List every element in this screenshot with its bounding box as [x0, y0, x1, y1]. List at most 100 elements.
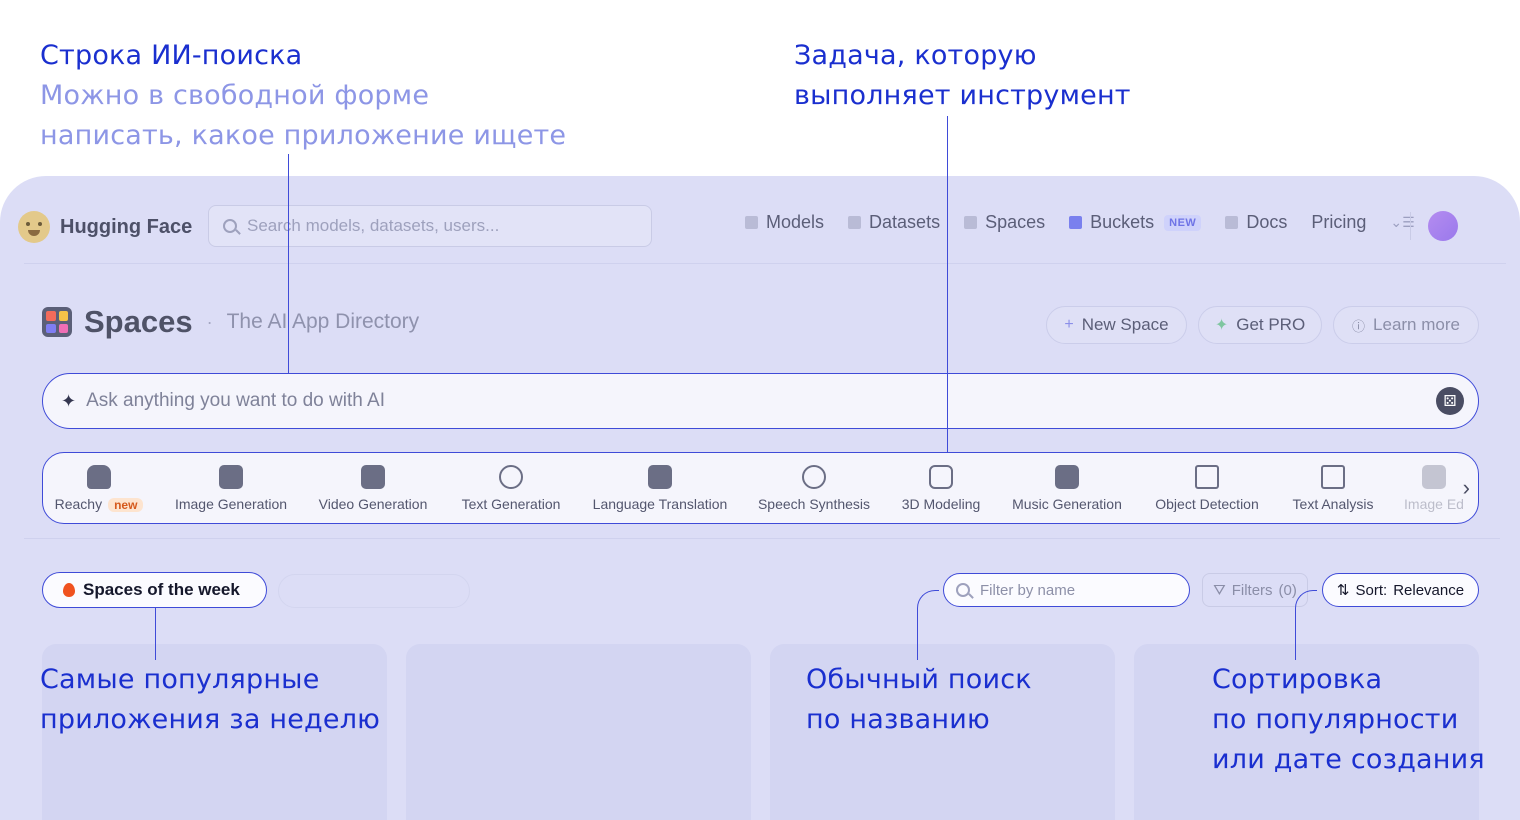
- category-text-generation[interactable]: Text Generation: [453, 453, 569, 523]
- nav-pricing[interactable]: Pricing: [1311, 212, 1366, 233]
- annotation-sort-line: по популярности: [1212, 704, 1459, 735]
- brand-logo[interactable]: Hugging Face: [18, 211, 192, 243]
- nav-datasets-label: Datasets: [869, 212, 941, 232]
- category-image-generation[interactable]: Image Generation: [167, 453, 295, 523]
- annotation-week: Самые популярные приложения за неделю: [40, 660, 380, 740]
- annotation-sort-line: Сортировка: [1212, 664, 1383, 695]
- category-speech-synthesis[interactable]: Speech Synthesis: [751, 453, 877, 523]
- annotation-week-line: приложения за неделю: [40, 704, 381, 735]
- category-video-generation[interactable]: Video Generation: [311, 453, 435, 523]
- category-object-detection[interactable]: Object Detection: [1147, 453, 1267, 523]
- category-reachy[interactable]: Reachy new: [53, 453, 145, 523]
- learn-more-button[interactable]: ⓘ Learn more: [1333, 306, 1479, 344]
- category-label: Text Analysis: [1292, 496, 1374, 512]
- sparkles-icon: ✦: [61, 390, 77, 411]
- annotation-ai-search-desc: написать, какое приложение ищете: [40, 120, 567, 151]
- search-icon: [223, 219, 237, 233]
- nav-datasets[interactable]: Datasets: [848, 212, 940, 233]
- chevron-right-icon[interactable]: ›: [1463, 475, 1470, 501]
- search-icon: [956, 583, 970, 597]
- robot-icon: [87, 465, 111, 489]
- spaces-grid-icon: [42, 307, 72, 337]
- global-search-placeholder: Search models, datasets, users...: [247, 216, 500, 235]
- new-badge: new: [108, 498, 144, 512]
- annotation-sort-line: или дате создания: [1212, 744, 1485, 775]
- category-label: Image Ed: [1404, 496, 1464, 512]
- category-bar: Reachy new Image Generation Video Generat…: [42, 452, 1479, 524]
- filter-by-name-input[interactable]: Filter by name: [943, 573, 1190, 607]
- category-label: Video Generation: [318, 496, 428, 512]
- filter-funnel-icon: ⛛: [1213, 581, 1226, 599]
- category-3d-modeling[interactable]: 3D Modeling: [893, 453, 989, 523]
- nav-docs[interactable]: Docs: [1225, 212, 1287, 233]
- page-title: Spaces: [84, 304, 193, 339]
- annotation-search-line: по названию: [806, 704, 990, 735]
- category-label: Language Translation: [592, 496, 728, 512]
- category-label: Reachy: [54, 496, 103, 512]
- page-subtitle: The AI App Directory: [226, 310, 420, 333]
- leader-line-task: [947, 116, 948, 452]
- speech-icon: [802, 465, 826, 489]
- annotation-task-line: Задача, которую: [794, 40, 1037, 71]
- fire-icon: [63, 583, 75, 597]
- category-music-generation[interactable]: Music Generation: [1005, 453, 1129, 523]
- sort-button[interactable]: ⇅ Sort: Relevance: [1322, 573, 1479, 607]
- cube-icon: [745, 216, 758, 229]
- nav-buckets[interactable]: Buckets NEW: [1069, 212, 1202, 233]
- nav-buckets-label: Buckets: [1090, 212, 1155, 232]
- category-image-editing[interactable]: Image Ed: [1399, 453, 1469, 523]
- main-nav: Models Datasets Spaces Buckets NEW Docs …: [745, 212, 1415, 233]
- ai-search-placeholder: Ask anything you want to do with AI: [86, 390, 385, 411]
- nav-docs-label: Docs: [1246, 212, 1288, 232]
- ai-search-input[interactable]: ✦ Ask anything you want to do with AI ⚄: [42, 373, 1479, 429]
- filters-label: Filters: [1231, 581, 1273, 599]
- category-label: Object Detection: [1155, 496, 1259, 512]
- filters-button[interactable]: ⛛ Filters (0): [1202, 573, 1308, 607]
- category-language-translation[interactable]: Language Translation: [585, 453, 735, 523]
- translate-icon: [648, 465, 672, 489]
- nav-separator: [1410, 212, 1411, 240]
- new-badge: NEW: [1164, 214, 1202, 231]
- plus-icon: +: [1064, 316, 1074, 333]
- new-space-button[interactable]: + New Space: [1046, 306, 1187, 344]
- video-icon: [361, 465, 385, 489]
- get-pro-label: Get PRO: [1236, 315, 1306, 334]
- nav-models-label: Models: [766, 212, 825, 232]
- more-menu-icon[interactable]: ⌄☰: [1390, 214, 1414, 231]
- image-edit-icon: [1422, 465, 1446, 489]
- category-label: Image Generation: [174, 496, 288, 512]
- space-card[interactable]: [406, 644, 751, 820]
- category-text-analysis[interactable]: Text Analysis: [1283, 453, 1383, 523]
- nav-pricing-label: Pricing: [1311, 212, 1367, 232]
- image-generation-icon: [219, 465, 243, 489]
- annotation-search: Обычный поиск по названию: [806, 660, 1032, 740]
- spaces-of-the-week-button[interactable]: Spaces of the week: [42, 572, 267, 608]
- sort-label: Sort:: [1355, 581, 1388, 599]
- nav-spaces[interactable]: Spaces: [964, 212, 1045, 233]
- annotation-week-line: Самые популярные: [40, 664, 320, 695]
- grid-icon: [964, 216, 978, 229]
- section-divider: [24, 538, 1500, 539]
- text-generation-icon: [499, 465, 523, 489]
- object-detection-icon: [1195, 465, 1219, 489]
- book-icon: [1225, 216, 1239, 229]
- annotation-sort: Сортировка по популярности или дате созд…: [1212, 660, 1485, 780]
- learn-more-label: Learn more: [1373, 315, 1460, 334]
- title-dot: ·: [206, 311, 213, 332]
- spaces-of-the-week-label: Spaces of the week: [83, 580, 240, 599]
- tab-placeholder[interactable]: [278, 574, 470, 608]
- leader-line-sort: [1295, 590, 1317, 660]
- filter-by-name-placeholder: Filter by name: [980, 581, 1076, 599]
- user-avatar[interactable]: [1428, 211, 1458, 241]
- text-analysis-icon: [1321, 465, 1345, 489]
- nav-models[interactable]: Models: [745, 212, 824, 233]
- nav-spaces-label: Spaces: [985, 212, 1046, 232]
- global-search-input[interactable]: Search models, datasets, users...: [208, 205, 652, 247]
- category-label: Speech Synthesis: [757, 496, 871, 512]
- dice-icon[interactable]: ⚄: [1436, 387, 1464, 415]
- info-icon: ⓘ: [1352, 318, 1366, 334]
- get-pro-button[interactable]: ✦ Get PRO: [1198, 306, 1322, 344]
- brand-name: Hugging Face: [60, 215, 193, 238]
- annotation-ai-search-desc: Можно в свободной форме: [40, 80, 430, 111]
- sparkle-icon: ✦: [1214, 317, 1229, 334]
